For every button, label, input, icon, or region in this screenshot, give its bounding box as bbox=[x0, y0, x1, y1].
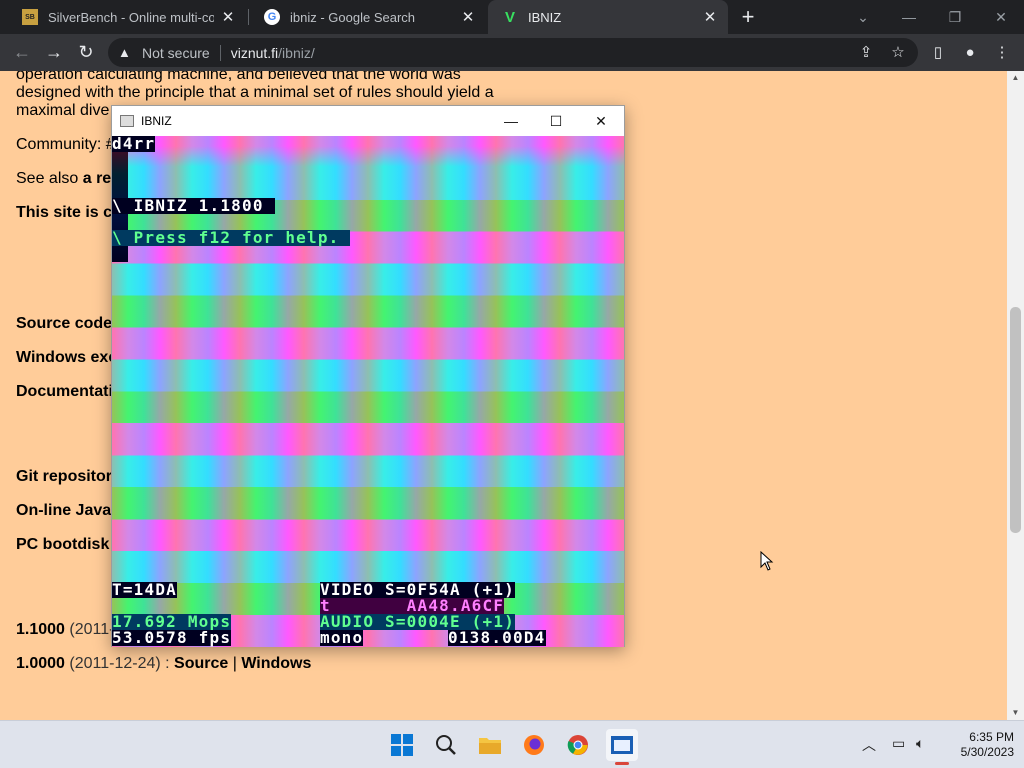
windows-exe-link[interactable]: Windows exe bbox=[16, 349, 117, 367]
security-label[interactable]: Not secure bbox=[142, 45, 210, 61]
ibniz-app-icon bbox=[120, 115, 134, 127]
volume-icon[interactable]: 🔈︎ bbox=[916, 735, 924, 752]
release-1-1000: 1.1000 (2011- bbox=[16, 621, 114, 639]
browser-toolbar: ← → ↻ ▲ Not secure viznut.fi/ibniz/ ⇪ ☆ … bbox=[0, 34, 1024, 71]
release-date: (2011-12-24) : bbox=[64, 655, 175, 672]
share-icon[interactable]: ⇪ bbox=[856, 42, 876, 62]
release-version: 1.0000 bbox=[16, 655, 65, 672]
tab-strip: SB SilverBench - Online multi-core C ✕ G… bbox=[0, 0, 1024, 34]
pc-bootdisk-link[interactable]: PC bootdisk bbox=[16, 536, 109, 554]
address-bar[interactable]: ▲ Not secure viznut.fi/ibniz/ bbox=[108, 38, 918, 67]
ibniz-prompt-text[interactable]: d4rr bbox=[112, 136, 156, 152]
silverbench-favicon-icon: SB bbox=[22, 9, 38, 25]
windows-logo-icon bbox=[391, 734, 413, 756]
tab-title: SilverBench - Online multi-core C bbox=[48, 9, 214, 25]
tab-search-icon[interactable]: ⌄ bbox=[840, 0, 886, 34]
bookmark-star-icon[interactable]: ☆ bbox=[888, 42, 908, 62]
viznut-favicon-icon: V bbox=[504, 8, 515, 26]
warning-icon[interactable]: ▲ bbox=[118, 45, 136, 60]
this-site-text: This site is c bbox=[16, 204, 113, 221]
ibniz-app-icon bbox=[611, 736, 633, 754]
ibniz-mono-label: mono bbox=[320, 628, 364, 647]
intro-text-line: maximal dive bbox=[16, 102, 110, 119]
new-tab-button[interactable]: + bbox=[737, 4, 759, 30]
release-version: 1.1000 bbox=[16, 621, 65, 638]
community-text: Community: # bbox=[16, 136, 115, 153]
reload-icon[interactable]: ↻ bbox=[72, 38, 100, 66]
restore-icon[interactable]: ❐ bbox=[932, 0, 978, 34]
profile-icon[interactable]: ● bbox=[960, 42, 980, 62]
tab-google-search[interactable]: G ibniz - Google Search ✕ bbox=[250, 0, 486, 34]
url-path[interactable]: /ibniz/ bbox=[278, 45, 315, 61]
menu-kebab-icon[interactable]: ⋮ bbox=[992, 42, 1012, 62]
search-icon bbox=[436, 735, 456, 755]
firefox-button[interactable] bbox=[518, 729, 550, 761]
ibniz-taskbar-button[interactable] bbox=[606, 729, 638, 765]
release-date: (2011- bbox=[64, 621, 115, 638]
ibniz-window[interactable]: IBNIZ — ☐ ✕ d4rr \ IBNIZ 1.1800 \ Press … bbox=[111, 105, 625, 647]
tab-silverbench[interactable]: SB SilverBench - Online multi-core C ✕ bbox=[8, 0, 246, 34]
intro-text-line: designed with the principle that a minim… bbox=[16, 84, 494, 101]
ibniz-minimize-icon[interactable]: — bbox=[488, 106, 534, 136]
see-also-prefix: See also bbox=[16, 170, 83, 187]
minimize-icon[interactable]: — bbox=[886, 0, 932, 34]
online-java-link[interactable]: On-line Java bbox=[16, 502, 111, 520]
start-button[interactable] bbox=[386, 729, 418, 761]
tab-title: ibniz - Google Search bbox=[290, 9, 416, 25]
ibniz-help-text: \ Press f12 for help. bbox=[112, 228, 351, 247]
active-indicator bbox=[615, 762, 629, 765]
taskbar: ︿ ▭ 🔈︎ 6:35 PM 5/30/2023 bbox=[0, 720, 1024, 768]
documentation-link[interactable]: Documentati bbox=[16, 383, 113, 401]
ibniz-window-title: IBNIZ bbox=[141, 114, 172, 128]
tab-separator bbox=[248, 9, 249, 25]
url-host[interactable]: viznut.fi bbox=[231, 45, 278, 61]
release-1-0000: 1.0000 (2011-12-24) : Source | Windows bbox=[16, 655, 311, 673]
scroll-down-icon[interactable]: ▼ bbox=[1007, 706, 1024, 720]
tab-ibniz[interactable]: V IBNIZ ✕ bbox=[488, 0, 728, 34]
back-icon[interactable]: ← bbox=[8, 38, 36, 66]
google-favicon-icon: G bbox=[264, 9, 280, 25]
see-also-text: See also a re bbox=[16, 170, 111, 188]
omnibox-separator bbox=[219, 44, 221, 61]
link-separator: | bbox=[228, 655, 242, 672]
close-tab-icon[interactable]: ✕ bbox=[220, 8, 236, 26]
chrome-icon bbox=[567, 735, 588, 755]
page-scrollbar[interactable]: ▲ ▼ bbox=[1007, 71, 1024, 720]
windows-link[interactable]: Windows bbox=[241, 655, 311, 672]
system-clock[interactable]: 6:35 PM 5/30/2023 bbox=[938, 730, 1014, 760]
source-code-link[interactable]: Source code bbox=[16, 315, 112, 333]
tab-title: IBNIZ bbox=[528, 9, 562, 25]
search-button[interactable] bbox=[430, 729, 462, 761]
intro-text-line: operation calculating machine, and belie… bbox=[16, 71, 461, 83]
ibniz-banner-text: \ IBNIZ 1.1800 bbox=[112, 196, 275, 215]
show-hidden-icons-icon[interactable]: ︿ bbox=[862, 735, 876, 755]
side-panel-icon[interactable]: ▯ bbox=[928, 42, 948, 62]
firefox-icon bbox=[524, 735, 544, 755]
clock-date: 5/30/2023 bbox=[960, 745, 1014, 759]
ibniz-mono-value: 0138.00D4 bbox=[448, 628, 546, 647]
clock-time: 6:35 PM bbox=[969, 730, 1014, 744]
git-repository-link[interactable]: Git repositor bbox=[16, 468, 112, 486]
source-link[interactable]: Source bbox=[174, 655, 228, 672]
scrollbar-thumb[interactable] bbox=[1010, 307, 1021, 533]
ibniz-close-icon[interactable]: ✕ bbox=[578, 106, 624, 136]
forward-icon[interactable]: → bbox=[40, 38, 68, 66]
scroll-up-icon[interactable]: ▲ bbox=[1007, 71, 1024, 85]
chrome-button[interactable] bbox=[562, 729, 594, 761]
folder-icon bbox=[479, 738, 501, 754]
mouse-cursor-icon bbox=[760, 551, 774, 571]
network-icon[interactable]: ▭ bbox=[892, 735, 905, 752]
ibniz-time-readout: T=14DA bbox=[112, 580, 177, 599]
close-tab-icon[interactable]: ✕ bbox=[460, 8, 476, 26]
ibniz-fps-readout: 53.0578 fps bbox=[112, 628, 232, 647]
file-explorer-button[interactable] bbox=[474, 729, 506, 761]
close-window-icon[interactable]: ✕ bbox=[978, 0, 1024, 34]
close-tab-icon[interactable]: ✕ bbox=[702, 8, 718, 26]
see-also-link[interactable]: a re bbox=[83, 170, 111, 187]
ibniz-maximize-icon[interactable]: ☐ bbox=[533, 106, 579, 136]
